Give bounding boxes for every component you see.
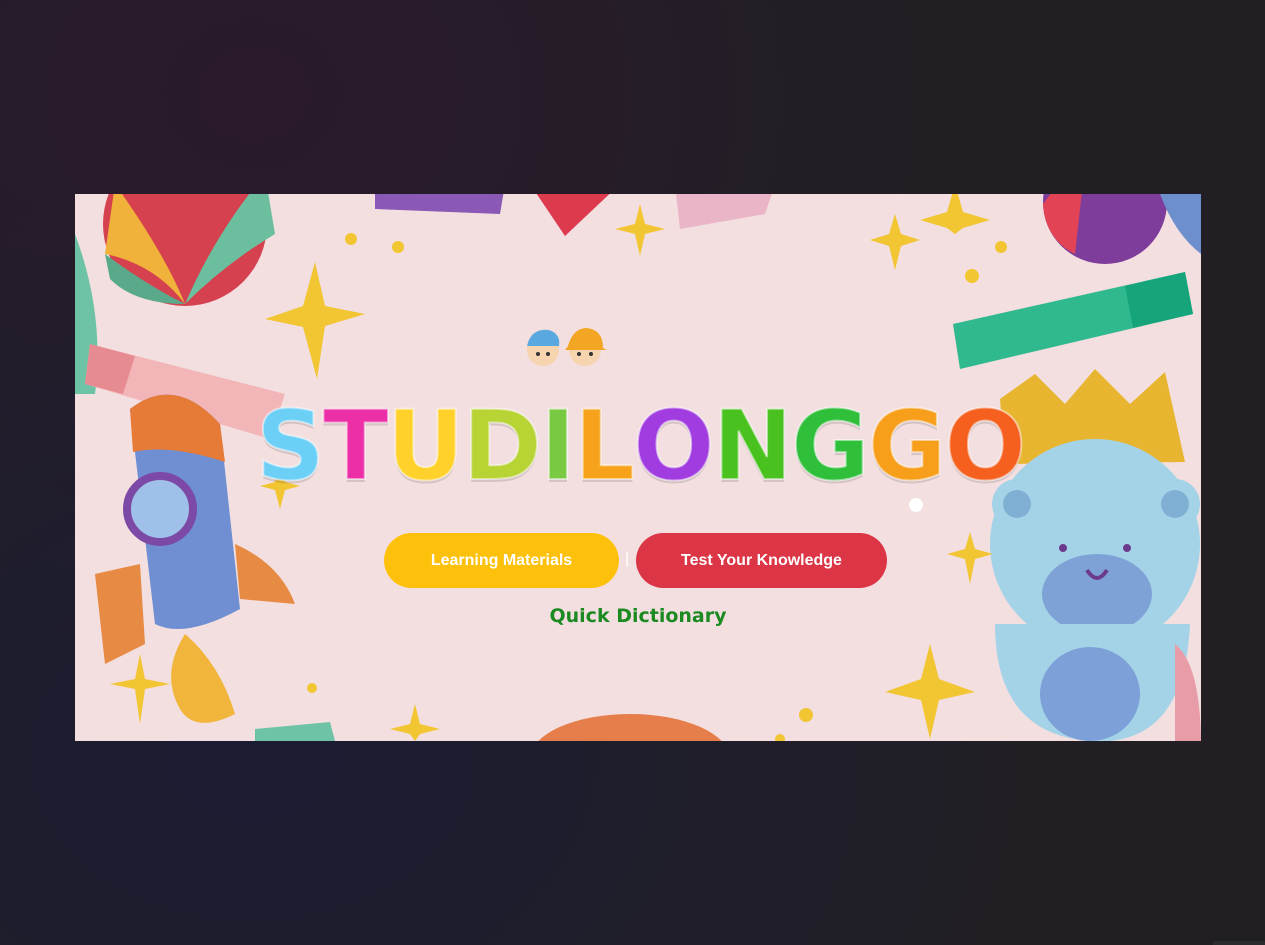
logo-letter: O [632, 390, 716, 502]
test-your-knowledge-button[interactable]: Test Your Knowledge [636, 533, 887, 588]
beach-ball-icon [103, 194, 275, 306]
logo-letter: D [461, 390, 543, 502]
hero-buttons: Learning Materials | Test Your Knowledge [384, 533, 888, 589]
kids-avatar-icon [527, 328, 607, 366]
studilonggo-logo: STUDILONGGO [255, 324, 1027, 502]
scrollbar-stub [1213, 941, 1265, 945]
learning-materials-button[interactable]: Learning Materials [384, 533, 619, 588]
beach-ball-icon [1043, 194, 1201, 264]
logo-letter: G [867, 390, 948, 502]
logo-letter: O [944, 390, 1028, 502]
logo-letter: G [790, 390, 871, 502]
logo-wordmark: STUDILONGGO [255, 384, 1027, 502]
logo-letter: S [255, 390, 326, 502]
logo-letter: L [573, 390, 636, 502]
logo-letter: N [712, 390, 794, 502]
button-separator: | [625, 550, 630, 567]
logo-letter: T [322, 390, 390, 502]
logo-letter: I [539, 390, 577, 502]
hero-banner: STUDILONGGO Learning Materials | Test Yo… [75, 194, 1201, 741]
quick-dictionary-link[interactable]: Quick Dictionary [75, 605, 1201, 627]
carousel-dot[interactable] [909, 498, 923, 512]
page: STUDILONGGO Learning Materials | Test Yo… [0, 0, 1265, 945]
logo-letter: U [385, 390, 465, 502]
